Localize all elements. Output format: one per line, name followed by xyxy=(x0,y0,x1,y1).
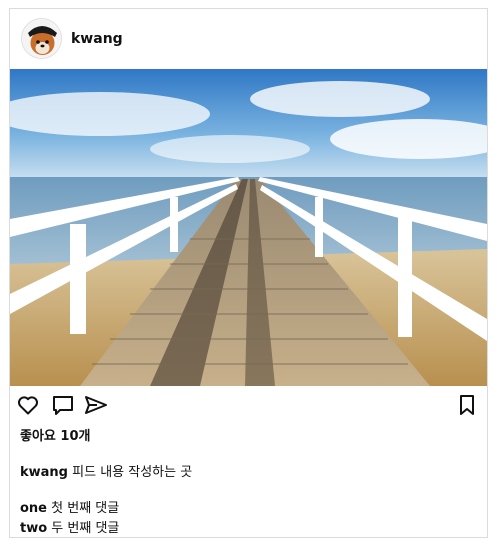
comment-item: one 첫 번째 댓글 xyxy=(20,499,119,519)
comment-icon[interactable] xyxy=(51,393,75,417)
post-username[interactable]: kwang xyxy=(71,31,123,47)
likes-count: 좋아요 10개 xyxy=(20,429,91,444)
pier-photo-icon xyxy=(10,69,487,386)
comment-username[interactable]: two xyxy=(20,521,47,536)
heart-icon[interactable] xyxy=(16,393,40,417)
post-header: kwang xyxy=(10,9,487,69)
avatar[interactable] xyxy=(21,18,62,59)
post-actions xyxy=(10,391,487,421)
caption-text: 피드 내용 작성하는 곳 xyxy=(72,465,193,480)
comment-username[interactable]: one xyxy=(20,501,47,516)
send-icon[interactable] xyxy=(84,393,108,417)
dog-avatar-icon xyxy=(22,19,61,58)
feed-post: kwang 좋아요 10개 kwang 피드 내용 작성하는 곳 one 첫 번… xyxy=(9,8,488,538)
comment-text: 두 번째 댓글 xyxy=(51,521,120,536)
post-image xyxy=(10,69,487,386)
comment-list: one 첫 번째 댓글 two 두 번째 댓글 xyxy=(20,499,119,539)
post-caption: kwang 피드 내용 작성하는 곳 xyxy=(20,461,192,480)
bookmark-icon[interactable] xyxy=(455,393,479,417)
comment-text: 첫 번째 댓글 xyxy=(51,501,120,516)
caption-username[interactable]: kwang xyxy=(20,465,68,480)
comment-item: two 두 번째 댓글 xyxy=(20,519,119,539)
